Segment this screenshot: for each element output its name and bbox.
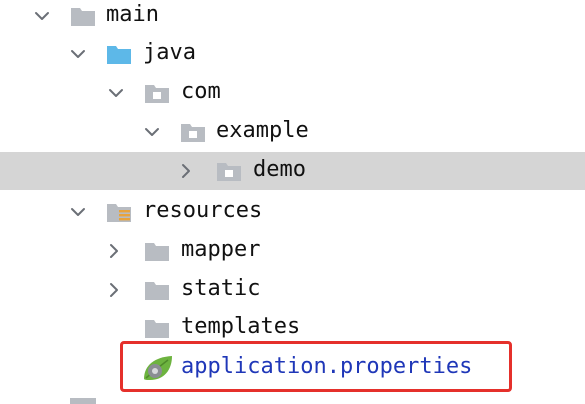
chevron-right-icon[interactable] — [177, 162, 195, 180]
tree-node-label: com — [181, 79, 221, 104]
chevron-right-icon[interactable] — [105, 242, 123, 260]
tree-node-example[interactable]: example — [0, 113, 585, 151]
chevron-right-icon[interactable] — [105, 281, 123, 299]
tree-node-partial — [0, 394, 585, 404]
tree-node-mapper[interactable]: mapper — [0, 232, 585, 270]
package-icon — [144, 81, 170, 105]
tree-node-main[interactable]: main — [0, 0, 585, 35]
source-folder-icon — [106, 42, 132, 66]
project-tree: main java com example demo resources map… — [0, 0, 585, 404]
tree-node-label: main — [106, 2, 159, 27]
tree-node-label: java — [143, 40, 196, 65]
highlight-box — [120, 341, 512, 392]
chevron-down-icon[interactable] — [33, 7, 51, 25]
resources-folder-icon — [106, 200, 132, 224]
chevron-down-icon[interactable] — [69, 45, 87, 63]
folder-icon — [144, 278, 170, 302]
tree-node-label: templates — [181, 314, 301, 339]
tree-node-com[interactable]: com — [0, 74, 585, 112]
chevron-down-icon[interactable] — [69, 203, 87, 221]
tree-node-demo[interactable]: demo — [0, 152, 585, 190]
tree-node-label: mapper — [181, 237, 261, 262]
package-icon — [180, 120, 206, 144]
tree-node-label: static — [181, 276, 261, 301]
chevron-down-icon[interactable] — [107, 84, 125, 102]
folder-icon — [70, 4, 96, 28]
tree-node-java[interactable]: java — [0, 35, 585, 73]
tree-node-static[interactable]: static — [0, 271, 585, 309]
folder-icon — [70, 398, 96, 404]
package-icon — [216, 159, 242, 183]
tree-node-resources[interactable]: resources — [0, 193, 585, 231]
chevron-down-icon[interactable] — [143, 123, 161, 141]
tree-node-label: demo — [253, 157, 306, 182]
tree-node-label: resources — [143, 198, 263, 223]
chevron-right-icon — [34, 396, 52, 404]
tree-node-label: example — [216, 118, 309, 143]
folder-icon — [144, 239, 170, 263]
folder-icon — [144, 316, 170, 340]
